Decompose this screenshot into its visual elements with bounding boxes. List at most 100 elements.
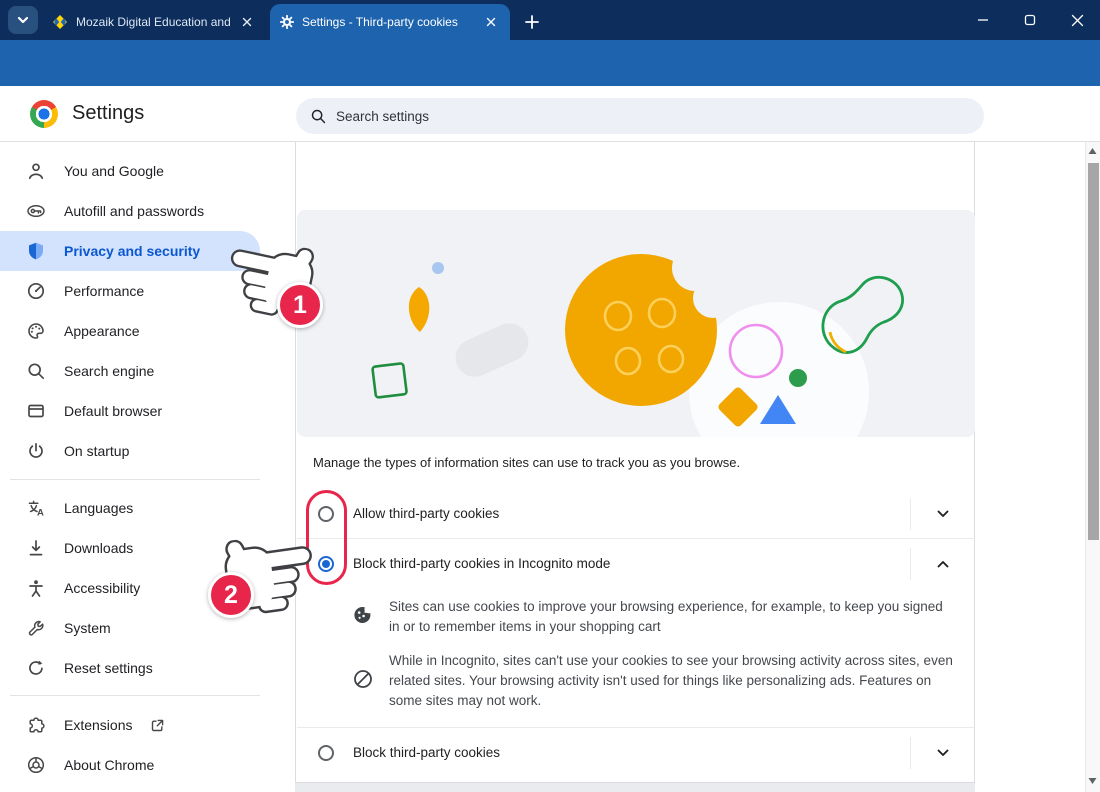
chrome-logo-icon (30, 100, 58, 128)
cookie-illustration (297, 210, 975, 437)
sidebar-divider (10, 479, 260, 480)
tab-mozaik[interactable]: Mozaik Digital Education and Le (42, 4, 266, 40)
annotation-step-badge-2: 2 (208, 572, 254, 618)
expand-button[interactable] (911, 746, 975, 760)
person-icon (26, 161, 46, 181)
puzzle-icon (26, 715, 46, 735)
browser-toolbar: Chrome chrome://settings/cookies (0, 40, 1100, 86)
search-icon (310, 108, 326, 124)
blocked-icon (353, 651, 373, 711)
sidebar-item-label: Performance (64, 283, 144, 299)
sidebar-item-extensions[interactable]: Extensions (0, 705, 260, 745)
external-link-icon (150, 718, 165, 733)
scrollbar-thumb[interactable] (1088, 163, 1099, 540)
sidebar-item-you-and-google[interactable]: You and Google (0, 151, 260, 191)
option-allow-third-party-cookies[interactable]: Allow third-party cookies (297, 489, 975, 538)
collapse-button[interactable] (911, 557, 975, 571)
translate-icon: A (26, 498, 46, 518)
sidebar-item-reset-settings[interactable]: Reset settings (0, 648, 260, 688)
sidebar-item-default-browser[interactable]: Default browser (0, 391, 260, 431)
chevron-up-icon (936, 557, 950, 571)
chrome-outline-icon (26, 755, 46, 775)
sidebar-item-label: Reset settings (64, 660, 153, 676)
scroll-up-arrow[interactable] (1088, 147, 1097, 155)
detail-cookies-benefit: Sites can use cookies to improve your br… (353, 597, 953, 637)
tab-search-button[interactable] (8, 6, 38, 34)
accessibility-icon (26, 578, 46, 598)
sidebar-item-about-chrome[interactable]: About Chrome (0, 745, 260, 785)
option-label: Allow third-party cookies (353, 506, 499, 521)
sidebar-item-label: Languages (64, 500, 133, 516)
sidebar-divider (10, 695, 260, 696)
sidebar-item-label: Accessibility (64, 580, 140, 596)
tab-close-button[interactable] (238, 13, 256, 31)
sidebar-item-label: System (64, 620, 111, 636)
magnifier-icon (26, 361, 46, 381)
chevron-down-icon (936, 507, 950, 521)
option-block-third-party-incognito[interactable]: Block third-party cookies in Incognito m… (297, 539, 975, 588)
minimize-icon (977, 14, 989, 26)
cookie-icon (353, 597, 373, 637)
scroll-down-arrow[interactable] (1088, 777, 1097, 785)
sidebar-item-label: Privacy and security (64, 243, 200, 259)
radio-button[interactable] (318, 745, 334, 761)
sidebar-item-label: About Chrome (64, 757, 154, 773)
passkey-icon (26, 201, 46, 221)
sidebar-item-label: Extensions (64, 717, 132, 733)
sidebar-item-label: Downloads (64, 540, 133, 556)
download-icon (26, 538, 46, 558)
detail-text: Sites can use cookies to improve your br… (389, 597, 953, 637)
third-party-cookies-panel: Third-party cookies ? Search (295, 142, 975, 783)
browser-window: Mozaik Digital Education and Le Settings… (0, 0, 1100, 792)
settings-page-title: Settings (72, 102, 144, 125)
sidebar-item-label: You and Google (64, 163, 164, 179)
sidebar-item-on-startup[interactable]: On startup (0, 431, 260, 471)
sidebar-item-label: Autofill and passwords (64, 203, 204, 219)
sidebar-item-search-engine[interactable]: Search engine (0, 351, 260, 391)
annotation-step-badge-1: 1 (277, 282, 323, 328)
tab-settings[interactable]: Settings - Third-party cookies (270, 4, 510, 40)
sidebar-item-label: Appearance (64, 323, 140, 339)
close-icon (1071, 14, 1084, 27)
sidebar-item-privacy-security[interactable]: Privacy and security (0, 231, 260, 271)
tab-title: Mozaik Digital Education and Le (76, 15, 230, 29)
option-block-third-party-cookies[interactable]: Block third-party cookies (297, 728, 975, 777)
palette-icon (26, 321, 46, 341)
sidebar-item-label: On startup (64, 443, 129, 459)
svg-text:A: A (37, 508, 44, 518)
maximize-button[interactable] (1007, 0, 1053, 40)
settings-search-placeholder: Search settings (336, 109, 429, 124)
expand-button[interactable] (911, 507, 975, 521)
browser-window-icon (26, 401, 46, 421)
titlebar: Mozaik Digital Education and Le Settings… (0, 0, 1100, 40)
card-bottom-strip (295, 783, 975, 792)
gear-favicon (280, 15, 294, 29)
close-window-button[interactable] (1054, 0, 1100, 40)
cookies-illustration-banner (297, 210, 975, 437)
shield-icon (26, 241, 46, 261)
detail-incognito-blocking: While in Incognito, sites can't use your… (353, 651, 953, 711)
reset-icon (26, 658, 46, 678)
wrench-icon (26, 618, 46, 638)
intro-text: Manage the types of information sites ca… (313, 455, 740, 470)
tab-close-button[interactable] (482, 13, 500, 31)
option-label: Block third-party cookies in Incognito m… (353, 556, 610, 571)
sidebar-item-label: Search engine (64, 363, 154, 379)
close-icon (241, 16, 253, 28)
settings-search-input[interactable]: Search settings (296, 98, 984, 134)
chevron-down-icon (936, 746, 950, 760)
detail-text: While in Incognito, sites can't use your… (389, 651, 953, 711)
tab-title: Settings - Third-party cookies (302, 15, 474, 29)
chevron-down-icon (16, 13, 30, 27)
minimize-button[interactable] (960, 0, 1006, 40)
mozaik-diamond-favicon (52, 14, 68, 30)
sidebar-item-autofill[interactable]: Autofill and passwords (0, 191, 260, 231)
sidebar-item-languages[interactable]: A Languages (0, 488, 260, 528)
speedometer-icon (26, 281, 46, 301)
sidebar-item-label: Default browser (64, 403, 162, 419)
plus-icon (524, 14, 540, 30)
new-tab-button[interactable] (518, 8, 546, 36)
option-label: Block third-party cookies (353, 745, 500, 760)
maximize-icon (1024, 14, 1036, 26)
close-icon (485, 16, 497, 28)
